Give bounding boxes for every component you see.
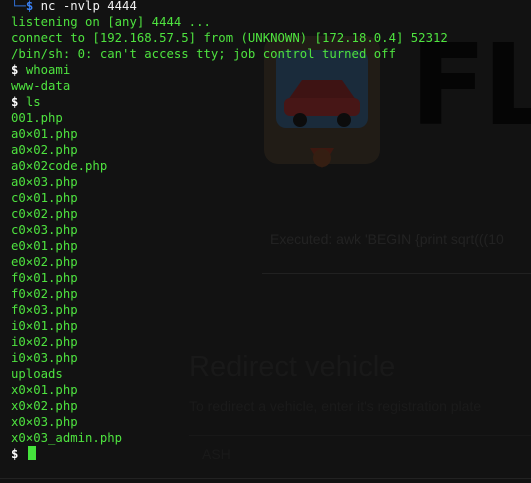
file-list-item: e0×01.php	[11, 239, 78, 253]
terminal-output-line: /bin/sh: 0: can't access tty; job contro…	[11, 47, 396, 61]
file-list-item: x0×03_admin.php	[11, 431, 123, 445]
file-list-item: i0×03.php	[11, 351, 78, 365]
terminal-cursor	[27, 446, 36, 460]
shell-prompt: $	[11, 447, 19, 461]
file-list-item: a0×02.php	[11, 143, 78, 157]
file-list-item: x0×02.php	[11, 399, 78, 413]
terminal-output-line: connect to [192.168.57.5] from (UNKNOWN)…	[11, 31, 448, 45]
file-list-item: a0×01.php	[11, 127, 78, 141]
file-list-item: c0×03.php	[11, 223, 78, 237]
file-list-item: c0×02.php	[11, 207, 78, 221]
terminal-window[interactable]: └─$ nc -nvlp 4444 listening on [any] 444…	[0, 0, 531, 483]
screen: FL Executed: awk 'BEGIN {print sqrt(((10…	[0, 0, 531, 483]
file-list-item: x0×01.php	[11, 383, 78, 397]
ls-command: ls	[25, 95, 41, 109]
terminal-input-line[interactable]: $	[11, 446, 531, 462]
file-list-item: i0×01.php	[11, 319, 78, 333]
terminal-whoami-line: $ whoami	[11, 62, 531, 78]
shell-prompt: $	[11, 95, 19, 109]
file-list-item: f0×03.php	[11, 303, 78, 317]
file-list-item: uploads	[11, 367, 63, 381]
window-bottom-border	[0, 478, 531, 479]
file-list-item: e0×02.php	[11, 255, 78, 269]
file-list-item: x0×03.php	[11, 415, 78, 429]
file-list-item: a0×02code.php	[11, 159, 108, 173]
file-list-item: i0×02.php	[11, 335, 78, 349]
whoami-command: whoami	[25, 63, 71, 77]
file-list-item: a0×03.php	[11, 175, 78, 189]
terminal-command-line: └─$ nc -nvlp 4444	[11, 0, 531, 14]
terminal-output-line: listening on [any] 4444 ...	[11, 15, 211, 29]
terminal-ls-line: $ ls	[11, 94, 531, 110]
shell-prompt: $	[11, 63, 19, 77]
terminal-output-line: www-data	[11, 79, 71, 93]
terminal-command: nc -nvlp 4444	[40, 0, 137, 13]
file-list-item: 001.php	[11, 111, 63, 125]
file-list-item: c0×01.php	[11, 191, 78, 205]
file-list-item: f0×01.php	[11, 271, 78, 285]
file-list-item: f0×02.php	[11, 287, 78, 301]
prompt-dollar: $	[25, 0, 34, 13]
prompt-corner: └─	[11, 0, 26, 13]
